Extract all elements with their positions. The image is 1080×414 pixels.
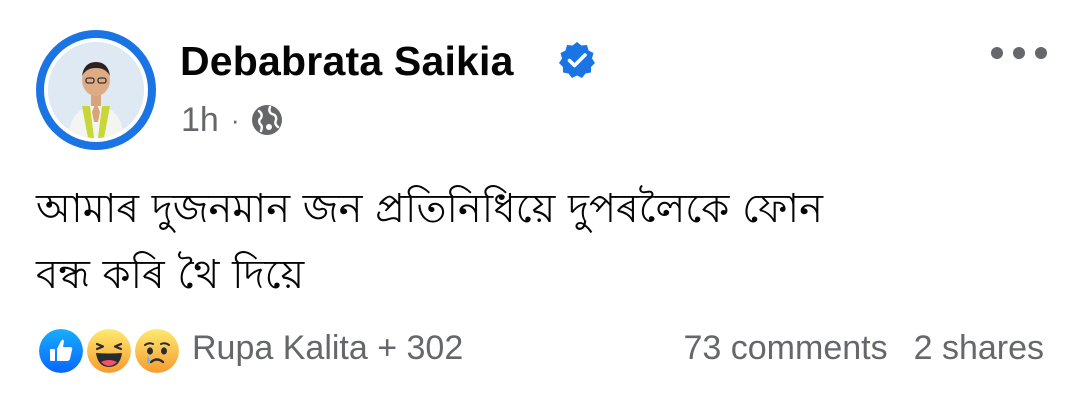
post-meta: 1h · — [181, 98, 284, 142]
haha-reaction-icon — [84, 326, 134, 376]
post-timestamp[interactable]: 1h — [181, 101, 219, 140]
avatar-inner-ring — [44, 38, 148, 142]
author-avatar[interactable] — [36, 30, 156, 150]
post-body-text: আমাৰ দুজনমান জন প্ৰতিনিধিয়ে দুপৰলৈকে ফো… — [36, 176, 1036, 308]
avatar-image — [48, 42, 144, 138]
meta-separator: · — [230, 104, 240, 135]
globe-icon[interactable] — [250, 103, 284, 137]
reaction-icons — [36, 322, 186, 376]
post-text-line: আমাৰ দুজনমান জন প্ৰতিনিধিয়ে দুপৰলৈকে ফো… — [36, 186, 824, 232]
shares-count-link[interactable]: 2 shares — [914, 329, 1044, 368]
comments-count-link[interactable]: 73 comments — [684, 329, 888, 368]
reactions-summary[interactable]: Rupa Kalita + 302 — [36, 322, 464, 376]
more-options-button[interactable] — [984, 28, 1054, 78]
reactors-label: Rupa Kalita + 302 — [192, 328, 464, 367]
facebook-post: Debabrata Saikia 1h · আমাৰ দুজনমান জন প্… — [0, 0, 1080, 414]
more-options-icon — [991, 47, 1047, 59]
engagement-counts: 73 comments 2 shares — [684, 322, 1045, 374]
verified-badge-icon — [559, 42, 595, 78]
like-reaction-icon — [36, 326, 86, 376]
post-text-line: বন্ধ কৰি থৈ দিয়ে — [36, 252, 305, 298]
sad-reaction-icon — [132, 326, 182, 376]
author-name[interactable]: Debabrata Saikia — [180, 38, 514, 85]
